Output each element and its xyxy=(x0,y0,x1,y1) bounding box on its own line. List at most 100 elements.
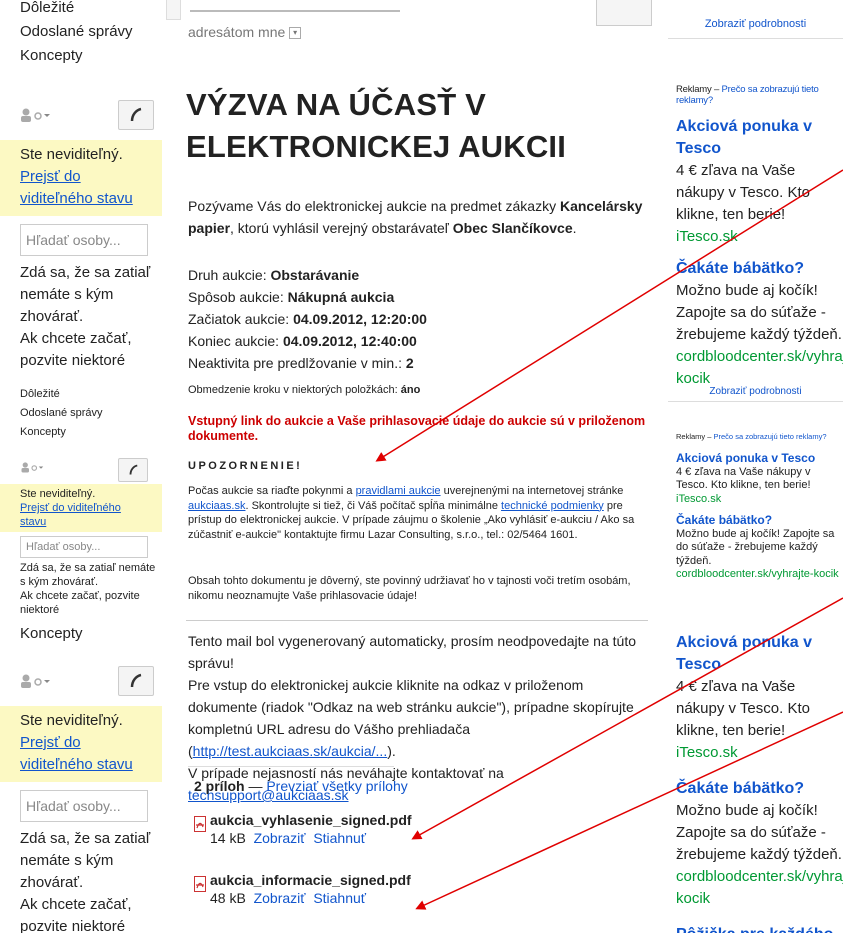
attachment-view-link[interactable]: Zobraziť xyxy=(254,890,306,906)
sidebar-mid: Dôležité Odoslané správy Koncepty Ste ne… xyxy=(0,385,162,617)
invisible-status-box: Ste neviditeľný. Prejsť do viditeľného s… xyxy=(0,706,162,782)
nav-item-important[interactable]: Dôležité xyxy=(0,385,162,404)
ad-title[interactable]: Čakáte bábätko? xyxy=(676,513,843,528)
ad-title[interactable]: Čakáte bábätko? xyxy=(676,778,843,800)
empty-chat-text: Zdá sa, že sa zatiaľ nemáte s kým zhovár… xyxy=(20,830,151,933)
go-visible-link[interactable]: Prejsť do viditeľného stavu xyxy=(20,166,154,210)
go-visible-link[interactable]: Prejsť do viditeľného stavu xyxy=(20,501,130,529)
pdf-icon xyxy=(194,816,206,835)
detail-end: Koniec aukcie: 04.09.2012, 12:40:00 xyxy=(188,333,417,349)
chat-controls xyxy=(0,456,162,484)
invisible-status-text: Ste neviditeľný. xyxy=(20,712,123,729)
invisible-status-box: Ste neviditeľný. Prejsť do viditeľného s… xyxy=(0,484,162,532)
invisible-status-text: Ste neviditeľný. xyxy=(20,146,123,163)
person-status-icon[interactable] xyxy=(20,108,50,124)
download-all-link[interactable]: Prevziať všetky prílohy xyxy=(266,778,407,794)
ad-url[interactable]: iTesco.sk xyxy=(676,226,843,248)
attachment-download-link[interactable]: Stiahnuť xyxy=(313,830,366,846)
ad-title[interactable]: Akciová ponuka v Tesco xyxy=(676,116,843,160)
ad-text: 4 € zľava na Vaše nákupy v Tesco. Kto kl… xyxy=(676,162,810,223)
person-status-icon[interactable] xyxy=(20,674,50,690)
detail-type: Druh aukcie: Obstarávanie xyxy=(188,267,360,283)
phone-icon[interactable] xyxy=(118,458,148,482)
why-ads-link[interactable]: Prečo sa zobrazujú tieto reklamy? xyxy=(714,432,827,441)
ad-title[interactable]: Akciová ponuka v Tesco xyxy=(676,632,843,676)
ad-url[interactable]: cordbloodcenter.sk/vyhrajte-kocik xyxy=(676,568,843,582)
recipients-dropdown-icon[interactable]: ▾ xyxy=(289,27,302,40)
attachment-1: aukcia_vyhlasenie_signed.pdf 14 kB Zobra… xyxy=(194,812,412,846)
attachment-name[interactable]: aukcia_informacie_signed.pdf xyxy=(210,872,411,888)
attachment-name[interactable]: aukcia_vyhlasenie_signed.pdf xyxy=(210,812,412,828)
warning-heading: UPOZORNENIE! xyxy=(188,460,303,472)
ad-block-2: Akciová ponuka v Tesco 4 € zľava na Vaše… xyxy=(676,451,843,582)
recipients-line: adresátom mne ▾ xyxy=(188,24,302,40)
ad-text: Možno bude aj kočík! Zapojte sa do súťaž… xyxy=(676,282,842,343)
chat-controls xyxy=(0,98,162,134)
sidebar-bottom: Koncepty Ste neviditeľný. Prejsť do vidi… xyxy=(0,622,162,933)
rules-paragraph: Počas aukcie sa riaďte pokynmi a pravidl… xyxy=(188,485,635,541)
phone-icon[interactable] xyxy=(118,666,154,696)
divider xyxy=(186,620,648,621)
nav-item-important[interactable]: Dôležité xyxy=(0,0,162,20)
ad-url[interactable]: iTesco.sk xyxy=(676,742,843,764)
attachment-size: 48 kB xyxy=(210,890,246,906)
intro-paragraph: Pozývame Vás do elektronickej aukcie na … xyxy=(188,198,643,236)
chat-controls xyxy=(0,664,162,700)
reply-button[interactable] xyxy=(596,0,652,26)
confidential-paragraph: Obsah tohto dokumentu je dôverný, ste po… xyxy=(188,575,631,602)
pdf-icon xyxy=(194,876,206,895)
site-link[interactable]: aukciaas.sk xyxy=(188,500,245,512)
ad-title[interactable]: Akciová ponuka v Tesco xyxy=(676,451,843,466)
detail-method: Spôsob aukcie: Nákupná aukcia xyxy=(188,289,395,305)
nav-item-drafts[interactable]: Koncepty xyxy=(0,423,162,442)
person-status-icon[interactable] xyxy=(20,462,48,478)
ad-title[interactable]: Pôžička pre každého xyxy=(676,924,843,933)
ad-title[interactable]: Čakáte bábätko? xyxy=(676,258,843,280)
nav-item-sent[interactable]: Odoslané správy xyxy=(0,20,162,44)
ad-url[interactable]: cordbloodcenter.sk/vyhrajte-kocik xyxy=(676,866,843,910)
nav-item-sent[interactable]: Odoslané správy xyxy=(0,404,162,423)
tech-requirements-link[interactable]: technické podmienky xyxy=(501,500,604,512)
auction-details: Druh aukcie: Obstarávanie Spôsob aukcie:… xyxy=(188,264,648,374)
ad-text: 4 € zľava na Vaše nákupy v Tesco. Kto kl… xyxy=(676,465,811,492)
rules-link[interactable]: pravidlami aukcie xyxy=(356,485,441,497)
ad-text: Možno bude aj kočík! Zapojte sa do súťaž… xyxy=(676,802,842,863)
ads-header: Reklamy – Prečo sa zobrazujú tieto rekla… xyxy=(676,84,819,106)
red-notice: Vstupný link do aukcie a Vaše prihlasova… xyxy=(188,414,646,443)
ad-details-link-mid[interactable]: Zobraziť podrobnosti xyxy=(668,386,843,397)
attachment-size: 14 kB xyxy=(210,830,246,846)
people-search-input[interactable]: Hľadať osoby... xyxy=(20,790,148,822)
invisible-status-text: Ste neviditeľný. xyxy=(20,488,96,500)
email-title: VÝZVA NA ÚČASŤ V ELEKTRONICKEJ AUKCII xyxy=(186,87,567,164)
people-search-input[interactable]: Hľadať osoby... xyxy=(20,224,148,256)
sidebar-top: Dôležité Odoslané správy Koncepty Ste ne… xyxy=(0,0,162,383)
ads-divider xyxy=(668,38,843,39)
ad-details-link-top[interactable]: Zobraziť podrobnosti xyxy=(668,18,843,30)
detail-start: Začiatok aukcie: 04.09.2012, 12:20:00 xyxy=(188,311,427,327)
auction-url-link[interactable]: http://test.aukciaas.sk/aukcia/... xyxy=(193,743,388,759)
attachment-view-link[interactable]: Zobraziť xyxy=(254,830,306,846)
toolbar-fragment xyxy=(166,0,181,20)
ad-block-3: Akciová ponuka v Tesco 4 € zľava na Vaše… xyxy=(676,632,843,933)
ad-url[interactable]: iTesco.sk xyxy=(676,493,843,507)
ad-text: 4 € zľava na Vaše nákupy v Tesco. Kto kl… xyxy=(676,678,810,739)
ads-divider xyxy=(668,401,843,402)
phone-icon[interactable] xyxy=(118,100,154,130)
nav-item-drafts[interactable]: Koncepty xyxy=(0,622,162,646)
step-limit: Obmedzenie kroku v niektorých položkách:… xyxy=(188,384,421,396)
go-visible-link[interactable]: Prejsť do viditeľného stavu xyxy=(20,732,154,776)
people-search-input[interactable]: Hľadať osoby... xyxy=(20,536,148,558)
ad-text: Možno bude aj kočík! Zapojte sa do súťaž… xyxy=(676,527,835,567)
detail-inactivity: Neaktivita pre predlžovanie v min.: 2 xyxy=(188,355,414,371)
ads-header-small: Reklamy – Prečo sa zobrazujú tieto rekla… xyxy=(676,432,827,441)
attachment-download-link[interactable]: Stiahnuť xyxy=(313,890,366,906)
nav-item-drafts[interactable]: Koncepty xyxy=(0,44,162,68)
attachment-2: aukcia_informacie_signed.pdf 48 kB Zobra… xyxy=(194,872,411,906)
invisible-status-box: Ste neviditeľný. Prejsť do viditeľného s… xyxy=(0,140,162,216)
empty-chat-text: Zdá sa, že sa zatiaľ nemáte s kým zhovár… xyxy=(20,264,151,369)
ad-url[interactable]: cordbloodcenter.sk/vyhrajte-kocik xyxy=(676,346,843,390)
attachments-header: 2 príloh — Prevziať všetky prílohy xyxy=(194,778,408,794)
empty-chat-text: Zdá sa, že sa zatiaľ nemáte s kým zhovár… xyxy=(20,562,156,616)
header-fragment xyxy=(190,0,400,12)
ad-block-1: Akciová ponuka v Tesco 4 € zľava na Vaše… xyxy=(676,116,843,390)
